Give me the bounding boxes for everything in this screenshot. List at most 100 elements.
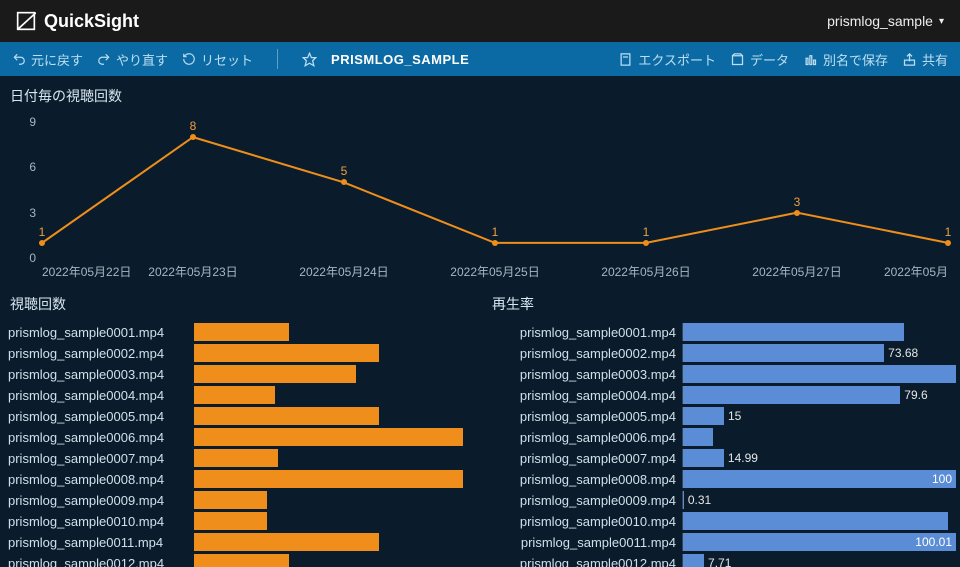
bar[interactable] — [194, 449, 278, 467]
bar-category-label: prismlog_sample0011.mp4 — [490, 535, 682, 550]
bar-row: prismlog_sample0007.mp414.99 — [490, 448, 956, 468]
data-label: 8 — [190, 119, 197, 133]
bar[interactable] — [194, 365, 356, 383]
bar-category-label: prismlog_sample0003.mp4 — [8, 367, 194, 382]
bar-row: prismlog_sample0011.mp4 — [8, 532, 474, 552]
bar-category-label: prismlog_sample0012.mp4 — [8, 556, 194, 567]
bar[interactable] — [683, 512, 948, 530]
bar-track — [682, 323, 956, 341]
x-tick: 2022年05月25日 — [450, 263, 539, 280]
bar-track — [194, 470, 474, 488]
dashboard-body: 日付毎の視聴回数 0369 1851131 2022年05月22日2022年05… — [0, 76, 960, 567]
bar-category-label: prismlog_sample0012.mp4 — [490, 556, 682, 567]
bar-category-label: prismlog_sample0010.mp4 — [490, 514, 682, 529]
user-label: prismlog_sample — [827, 13, 933, 29]
data-button[interactable]: データ — [730, 50, 789, 69]
saveas-label: 別名で保存 — [823, 50, 888, 69]
bar[interactable]: 73.68 — [683, 344, 884, 362]
bar-track — [194, 365, 474, 383]
bar[interactable] — [194, 470, 463, 488]
bar-value-label: 15 — [728, 409, 741, 423]
bar[interactable]: 79.6 — [683, 386, 900, 404]
line-chart[interactable]: 0369 1851131 2022年05月22日2022年05月23日2022年… — [0, 110, 960, 286]
bar-category-label: prismlog_sample0001.mp4 — [8, 325, 194, 340]
share-icon — [902, 52, 917, 67]
undo-button[interactable]: 元に戻す — [12, 50, 83, 69]
bar-track — [194, 428, 474, 446]
bar[interactable]: 15 — [683, 407, 724, 425]
bar-category-label: prismlog_sample0004.mp4 — [8, 388, 194, 403]
data-label: 3 — [794, 195, 801, 209]
saveas-icon — [803, 52, 818, 67]
y-tick: 0 — [29, 251, 36, 265]
bar-row: prismlog_sample0012.mp47.71 — [490, 553, 956, 567]
reset-button[interactable]: リセット — [182, 50, 253, 69]
bar-value-label: 100 — [932, 472, 952, 486]
bar[interactable]: 7.71 — [683, 554, 704, 567]
redo-button[interactable]: やり直す — [97, 50, 168, 69]
bar-category-label: prismlog_sample0008.mp4 — [8, 472, 194, 487]
bar-row: prismlog_sample0005.mp415 — [490, 406, 956, 426]
bar-track — [194, 386, 474, 404]
saveas-button[interactable]: 別名で保存 — [803, 50, 888, 69]
bar-value-label: 79.6 — [904, 388, 927, 402]
chevron-down-icon: ▾ — [939, 16, 944, 27]
bar[interactable]: 100.01 — [683, 533, 956, 551]
bar[interactable] — [194, 323, 289, 341]
bar-row: prismlog_sample0001.mp4 — [490, 322, 956, 342]
bar[interactable]: 14.99 — [683, 449, 724, 467]
bar-category-label: prismlog_sample0007.mp4 — [8, 451, 194, 466]
bar[interactable] — [194, 407, 379, 425]
bar-row: prismlog_sample0005.mp4 — [8, 406, 474, 426]
bar[interactable] — [194, 386, 275, 404]
data-point — [341, 179, 347, 185]
bar-track — [682, 512, 956, 530]
x-tick: 2022年05月27日 — [752, 263, 841, 280]
bar-category-label: prismlog_sample0005.mp4 — [8, 409, 194, 424]
bar-category-label: prismlog_sample0006.mp4 — [8, 430, 194, 445]
bar-track: 14.99 — [682, 449, 956, 467]
bar-category-label: prismlog_sample0009.mp4 — [8, 493, 194, 508]
bar[interactable] — [683, 323, 904, 341]
data-point — [945, 240, 951, 246]
user-menu[interactable]: prismlog_sample ▾ — [827, 13, 944, 29]
bar-category-label: prismlog_sample0007.mp4 — [490, 451, 682, 466]
bar-value-label: 7.71 — [708, 556, 731, 567]
bar-right-title: 再生率 — [482, 292, 960, 318]
bar[interactable]: 0.31 — [683, 491, 684, 509]
data-point — [794, 210, 800, 216]
bar-category-label: prismlog_sample0003.mp4 — [490, 367, 682, 382]
share-button[interactable]: 共有 — [902, 50, 948, 69]
bar[interactable]: 100 — [683, 470, 956, 488]
bar-row: prismlog_sample0008.mp4 100 — [490, 469, 956, 489]
bar-value-label: 0.31 — [688, 493, 711, 507]
data-label: 1 — [39, 225, 46, 239]
bar-row: prismlog_sample0007.mp4 — [8, 448, 474, 468]
bar-row: prismlog_sample0009.mp4 — [8, 490, 474, 510]
bar[interactable] — [194, 344, 379, 362]
bar-row: prismlog_sample0006.mp4 — [8, 427, 474, 447]
bar[interactable] — [194, 512, 267, 530]
bar-category-label: prismlog_sample0009.mp4 — [490, 493, 682, 508]
bar-row: prismlog_sample0002.mp473.68 — [490, 343, 956, 363]
bar[interactable] — [683, 428, 713, 446]
data-label: 1 — [643, 225, 650, 239]
bar-track — [194, 512, 474, 530]
bar-chart-right[interactable]: prismlog_sample0001.mp4prismlog_sample00… — [482, 318, 960, 567]
bar-category-label: prismlog_sample0008.mp4 — [490, 472, 682, 487]
redo-icon — [97, 52, 111, 66]
bar[interactable] — [194, 428, 463, 446]
share-label: 共有 — [922, 50, 948, 69]
bar[interactable] — [194, 491, 267, 509]
bar-chart-left[interactable]: prismlog_sample0001.mp4 prismlog_sample00… — [0, 318, 478, 567]
bar[interactable] — [683, 365, 956, 383]
bar-value-label: 100.01 — [915, 535, 952, 549]
bar-track — [194, 344, 474, 362]
bar[interactable] — [194, 533, 379, 551]
export-button[interactable]: エクスポート — [618, 50, 716, 69]
bar[interactable] — [194, 554, 289, 567]
bar-track — [194, 491, 474, 509]
y-tick: 3 — [29, 206, 36, 220]
favorite-toggle[interactable] — [302, 52, 317, 67]
bar-category-label: prismlog_sample0011.mp4 — [8, 535, 194, 550]
